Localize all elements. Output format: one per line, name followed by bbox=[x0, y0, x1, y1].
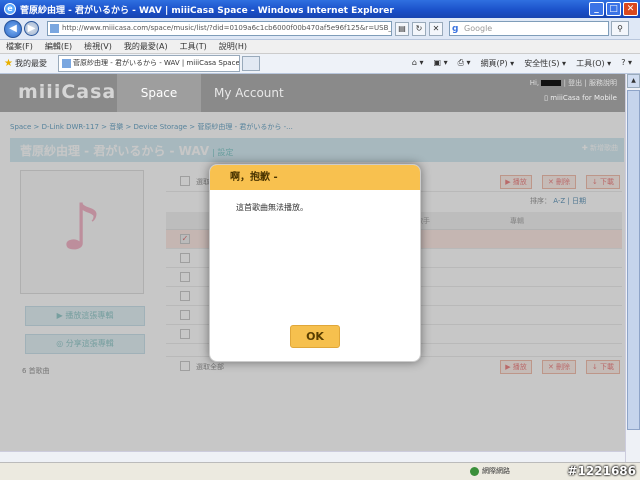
home-icon[interactable]: ⌂ ▾ bbox=[412, 58, 424, 69]
maximize-button[interactable]: □ bbox=[606, 2, 621, 16]
favorites-button[interactable]: ★ 我的最愛 bbox=[0, 58, 58, 69]
nav-my-account[interactable]: My Account bbox=[214, 74, 284, 112]
ie-icon: e bbox=[4, 3, 16, 15]
dialog-title: 啊，抱歉 - bbox=[210, 165, 420, 190]
help-icon[interactable]: ? ▾ bbox=[621, 58, 632, 69]
print-icon[interactable]: ⎙ ▾ bbox=[458, 58, 471, 69]
site-logo[interactable]: miiiCasa bbox=[18, 81, 116, 103]
google-icon: g bbox=[452, 24, 459, 34]
stop-icon[interactable]: ✕ bbox=[429, 21, 443, 36]
back-button[interactable]: ◀ bbox=[4, 19, 22, 38]
close-button[interactable]: ✕ bbox=[623, 2, 638, 16]
nav-space[interactable]: Space bbox=[117, 74, 201, 112]
address-input[interactable]: http://www.miiicasa.com/space/music/list… bbox=[47, 21, 392, 36]
search-input[interactable]: g Google bbox=[449, 21, 609, 36]
scroll-thumb[interactable] bbox=[627, 90, 640, 430]
network-zone: 網際網路 bbox=[470, 466, 510, 476]
mobile-link[interactable]: ▯ miiiCasa for Mobile bbox=[544, 94, 617, 102]
tab-favicon bbox=[62, 59, 71, 68]
forward-button[interactable]: ▶ bbox=[24, 21, 39, 36]
globe-icon bbox=[470, 466, 479, 476]
status-bar: 網際網路 #1221686 bbox=[0, 462, 640, 480]
user-links: Hi, | 登出 | 服務說明 bbox=[529, 79, 617, 87]
favorites-bar: ★ 我的最愛 菅原紗由理 - 君がいるから - WAV | miiiCasa S… bbox=[0, 54, 640, 74]
new-tab-button[interactable] bbox=[242, 56, 260, 71]
minimize-button[interactable]: _ bbox=[589, 2, 604, 16]
browser-tab[interactable]: 菅原紗由理 - 君がいるから - WAV | miiiCasa Space bbox=[58, 55, 240, 72]
feeds-icon[interactable]: ▣ ▾ bbox=[433, 58, 447, 69]
safety-menu[interactable]: 安全性(S) ▾ bbox=[524, 58, 566, 69]
menu-edit[interactable]: 編輯(E) bbox=[45, 40, 72, 53]
page-menu[interactable]: 網頁(P) ▾ bbox=[481, 58, 515, 69]
menu-bar: 檔案(F) 編輯(E) 檢視(V) 我的最愛(A) 工具(T) 說明(H) bbox=[0, 40, 640, 54]
scroll-up-icon[interactable]: ▲ bbox=[627, 74, 640, 88]
refresh-icon[interactable]: ↻ bbox=[412, 21, 426, 36]
window-title: 菅原紗由理 - 君がいるから - WAV | miiiCasa Space - … bbox=[20, 5, 394, 16]
search-icon[interactable]: ⚲ bbox=[611, 21, 629, 36]
ok-button[interactable]: OK bbox=[290, 325, 340, 348]
watermark: #1221686 bbox=[567, 464, 636, 478]
vertical-scrollbar[interactable]: ▲ bbox=[625, 74, 640, 462]
menu-view[interactable]: 檢視(V) bbox=[84, 40, 112, 53]
error-dialog: 啊，抱歉 - 這首歌曲無法播放。 OK bbox=[209, 164, 421, 362]
site-header: miiiCasa Space My Account Hi, | 登出 | 服務說… bbox=[0, 74, 625, 112]
window-titlebar: e 菅原紗由理 - 君がいるから - WAV | miiiCasa Space … bbox=[0, 0, 640, 18]
star-icon: ★ bbox=[4, 58, 13, 69]
logout-link[interactable]: | 登出 | 服務說明 bbox=[564, 79, 617, 87]
menu-help[interactable]: 說明(H) bbox=[219, 40, 247, 53]
address-toolbar: ◀ ▶ http://www.miiicasa.com/space/music/… bbox=[0, 18, 640, 40]
horizontal-scrollbar[interactable] bbox=[0, 451, 625, 462]
page-favicon bbox=[50, 24, 59, 33]
redacted-username bbox=[541, 80, 562, 86]
menu-file[interactable]: 檔案(F) bbox=[6, 40, 33, 53]
tools-menu[interactable]: 工具(O) ▾ bbox=[576, 58, 611, 69]
dialog-message: 這首歌曲無法播放。 bbox=[236, 203, 308, 212]
menu-tools[interactable]: 工具(T) bbox=[180, 40, 207, 53]
menu-favorites[interactable]: 我的最愛(A) bbox=[124, 40, 168, 53]
compatibility-icon[interactable]: ▤ bbox=[395, 21, 409, 36]
